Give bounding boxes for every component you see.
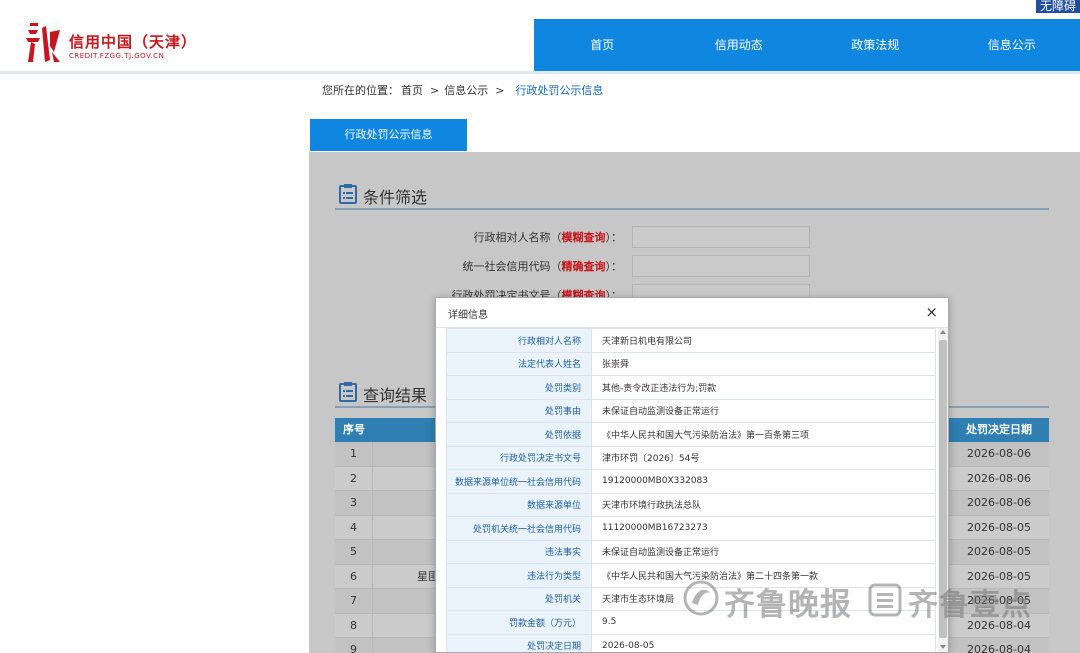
- detail-row: 行政处罚决定书文号 津市环罚〔2026〕54号: [446, 445, 936, 470]
- detail-value: 其他-责令改正违法行为;罚款: [591, 375, 936, 400]
- detail-key: 处罚机关统一社会信用代码: [446, 516, 592, 541]
- detail-row: 处罚类别 其他-责令改正违法行为;罚款: [446, 375, 936, 400]
- nav-home[interactable]: 首页: [534, 19, 671, 71]
- detail-row: 处罚机关统一社会信用代码 11120000MB16723273: [446, 516, 936, 541]
- scroll-up-arrow-icon[interactable]: [940, 330, 946, 334]
- watermark-text-yidian: 齐鲁壹点: [908, 588, 1032, 623]
- row-index: 3: [335, 491, 373, 515]
- row-date: 2026-08-06: [967, 447, 1031, 460]
- filter-section-title: 条件筛选: [363, 188, 428, 207]
- detail-row: 违法事实 未保证自动监测设备正常运行: [446, 539, 936, 564]
- detail-row: 处罚依据 《中华人民共和国大气污染防治法》第一百条第三项: [446, 422, 936, 447]
- row-index: 7: [335, 589, 373, 613]
- breadcrumb-home[interactable]: 首页: [401, 84, 423, 97]
- filter-row-credit-code: 统一社会信用代码（精确查询）：: [440, 255, 810, 277]
- detail-key: 处罚依据: [446, 422, 592, 447]
- detail-key: 处罚决定日期: [446, 633, 592, 652]
- filter-label: 行政相对人名称（模糊查询）：: [473, 231, 623, 244]
- filter-section-header: 条件筛选: [335, 184, 1049, 210]
- watermark: 齐鲁晚报 齐鲁壹点: [682, 577, 1052, 623]
- detail-key: 处罚事由: [446, 398, 592, 423]
- nav-info-disclosure[interactable]: 信息公示: [944, 19, 1080, 71]
- row-index: 1: [335, 442, 373, 466]
- row-index: 5: [335, 540, 373, 564]
- filter-row-name: 行政相对人名称（模糊查询）：: [440, 226, 810, 248]
- header-decision-date: 处罚决定日期: [966, 423, 1032, 436]
- qilu-yidian-logo-icon: [868, 583, 902, 617]
- detail-value: 2026-08-05: [591, 633, 936, 652]
- scroll-down-arrow-icon[interactable]: [940, 645, 946, 649]
- party-name-input[interactable]: [632, 226, 810, 248]
- detail-value: 11120000MB16723273: [591, 516, 936, 541]
- detail-value: 《中华人民共和国大气污染防治法》第一百条第三项: [591, 422, 936, 447]
- row-date: 2026-08-06: [967, 496, 1031, 509]
- credit-logo-icon: [26, 23, 60, 62]
- results-section-title: 查询结果: [363, 386, 428, 405]
- detail-value: 19120000MB0X332083: [591, 469, 936, 494]
- detail-key: 罚款金额（万元）: [446, 610, 592, 635]
- close-icon[interactable]: ×: [925, 304, 938, 320]
- row-index: 4: [335, 515, 373, 539]
- detail-key: 处罚类别: [446, 375, 592, 400]
- detail-value: 未保证自动监测设备正常运行: [591, 539, 936, 564]
- breadcrumb-separator: >: [495, 84, 505, 97]
- dialog-title: 详细信息: [448, 310, 488, 321]
- detail-value: 天津市环境行政执法总队: [591, 492, 936, 517]
- row-date: 2026-08-06: [967, 471, 1031, 485]
- dialog-header: 详细信息 ×: [436, 298, 948, 328]
- detail-row: 处罚决定日期 2026-08-05: [446, 633, 936, 652]
- detail-row: 行政相对人名称 天津新日机电有限公司: [446, 328, 936, 353]
- filter-label: 统一社会信用代码（精确查询）：: [462, 260, 623, 273]
- detail-key: 处罚机关: [446, 586, 592, 611]
- row-date: 2026-08-05: [967, 545, 1031, 558]
- row-index: 8: [335, 613, 373, 637]
- document-list-icon: [339, 382, 357, 402]
- detail-value: 张崇舜: [591, 351, 936, 376]
- detail-row: 法定代表人姓名 张崇舜: [446, 351, 936, 376]
- row-index: 6: [335, 564, 373, 588]
- nav-policies[interactable]: 政策法规: [807, 19, 944, 71]
- breadcrumb-info[interactable]: 信息公示: [444, 84, 488, 97]
- row-date: 2026-08-04: [967, 643, 1031, 653]
- breadcrumb-separator: >: [430, 84, 440, 97]
- breadcrumb: 您所在的位置： 首页 > 信息公示 > 行政处罚公示信息: [322, 82, 605, 98]
- site-logo[interactable]: 信用中国（天津） CREDIT.FZGG.TJ.GOV.CN: [24, 22, 234, 68]
- detail-key: 数据来源单位: [446, 492, 592, 517]
- row-date: 2026-08-05: [967, 520, 1031, 534]
- row-index: 9: [335, 638, 373, 653]
- detail-row: 数据来源单位 天津市环境行政执法总队: [446, 492, 936, 517]
- header-index: 序号: [343, 423, 365, 436]
- nav-credit-news[interactable]: 信用动态: [671, 19, 808, 71]
- main-nav: 首页 信用动态 政策法规 信息公示: [534, 19, 1080, 71]
- page: 无障碍 信用中国（天津） CREDIT.FZGG.TJ.GOV.CN 首页 信用…: [0, 0, 1080, 653]
- detail-key: 行政相对人名称: [446, 328, 592, 353]
- tab-admin-penalty[interactable]: 行政处罚公示信息: [310, 119, 467, 151]
- detail-row: 数据来源单位统一社会信用代码 19120000MB0X332083: [446, 469, 936, 494]
- detail-key: 法定代表人姓名: [446, 351, 592, 376]
- detail-key: 数据来源单位统一社会信用代码: [446, 469, 592, 494]
- site-title: 信用中国（天津）: [69, 33, 198, 51]
- document-list-icon: [339, 184, 357, 204]
- detail-key: 违法行为类型: [446, 563, 592, 588]
- watermark-text-evening-news: 齐鲁晚报: [724, 587, 852, 623]
- detail-key: 违法事实: [446, 539, 592, 564]
- detail-value: 未保证自动监测设备正常运行: [591, 398, 936, 423]
- accessibility-link[interactable]: 无障碍: [1035, 0, 1080, 13]
- qilu-evening-news-logo-icon: [683, 580, 719, 616]
- row-index: 2: [335, 466, 373, 490]
- header-divider: [0, 71, 1080, 74]
- breadcrumb-prefix: 您所在的位置：: [322, 84, 399, 97]
- detail-value: 天津新日机电有限公司: [591, 328, 936, 353]
- breadcrumb-current[interactable]: 行政处罚公示信息: [515, 84, 603, 97]
- detail-key: 行政处罚决定书文号: [446, 445, 592, 470]
- detail-row: 处罚事由 未保证自动监测设备正常运行: [446, 398, 936, 423]
- detail-value: 津市环罚〔2026〕54号: [591, 445, 936, 470]
- credit-code-input[interactable]: [632, 255, 810, 277]
- site-domain: CREDIT.FZGG.TJ.GOV.CN: [69, 52, 165, 60]
